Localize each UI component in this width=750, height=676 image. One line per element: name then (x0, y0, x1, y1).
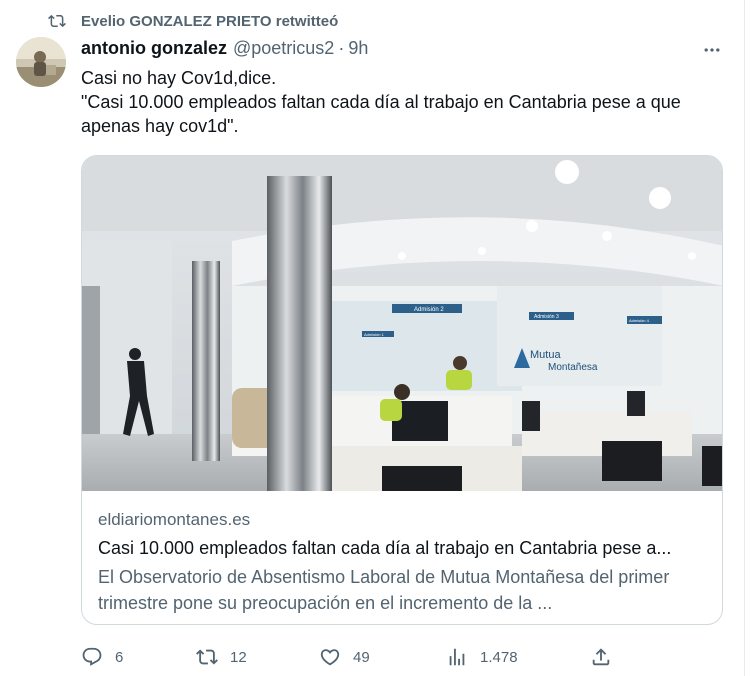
image-sign-desk-3: Admisión 1 (364, 332, 385, 337)
card-image: Mutua Montañesa Admisión 2 Admisión 3 Ad… (82, 156, 722, 491)
retweet-icon (48, 14, 66, 28)
share-button[interactable] (590, 640, 624, 674)
analytics-icon (449, 648, 465, 666)
link-card[interactable]: Mutua Montañesa Admisión 2 Admisión 3 Ad… (81, 155, 723, 625)
image-sign-desk-4: Admisión 4 (629, 318, 650, 323)
avatar[interactable] (16, 37, 66, 87)
share-icon (592, 648, 610, 666)
more-icon (704, 48, 720, 52)
image-sign-desk-1: Admisión 2 (414, 307, 444, 313)
reply-button[interactable]: 6 (81, 640, 123, 674)
timeline-border (744, 0, 745, 676)
like-button[interactable]: 49 (319, 640, 370, 674)
card-description: El Observatorio de Absentismo Laboral de… (98, 567, 670, 613)
view-count: 1.478 (480, 648, 518, 666)
more-options-button[interactable] (700, 38, 724, 62)
reply-icon (82, 647, 102, 666)
separator-dot: · (338, 38, 345, 58)
tweet-time[interactable]: 9h (348, 38, 368, 59)
tweet-line-1: Casi no hay Cov1d,dice. (81, 68, 277, 88)
image-sign-brand-2: Montañesa (548, 362, 598, 373)
tweet-header: antonio gonzalez @poetricus2 · 9h (81, 38, 368, 59)
card-domain: eldiariomontanes.es (98, 510, 251, 529)
retweet-context[interactable]: Evelio GONZALEZ PRIETO retwitteó (48, 11, 338, 31)
views-button[interactable]: 1.478 (446, 640, 518, 674)
reply-count: 6 (115, 648, 124, 666)
like-count: 49 (353, 648, 370, 666)
retweet-label: Evelio GONZALEZ PRIETO retwitteó (81, 12, 339, 30)
card-title: Casi 10.000 empleados faltan cada día al… (98, 538, 672, 558)
retweet-count: 12 (230, 648, 247, 666)
tweet-actions: 6 12 49 1.478 (0, 640, 750, 674)
heart-icon (320, 649, 340, 666)
image-sign-desk-2: Admisión 3 (534, 314, 559, 320)
retweet-button[interactable]: 12 (196, 640, 247, 674)
author-name[interactable]: antonio gonzalez (81, 38, 227, 59)
image-sign-brand-1: Mutua (530, 349, 561, 361)
author-handle[interactable]: @poetricus2 (233, 38, 334, 59)
retweet-icon (196, 649, 218, 665)
tweet-line-2: "Casi 10.000 empleados faltan cada día a… (81, 92, 686, 136)
tweet-text: Casi no hay Cov1d,dice. "Casi 10.000 emp… (81, 66, 731, 138)
